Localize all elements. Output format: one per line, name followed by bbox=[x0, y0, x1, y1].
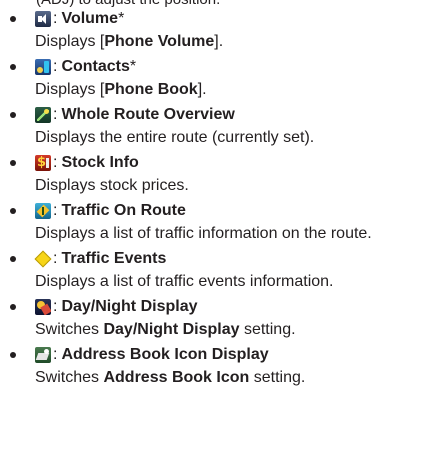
item-title: Traffic On Route bbox=[61, 202, 186, 219]
item-description: Switches Address Book Icon setting. bbox=[35, 367, 416, 391]
desc-bold-text: Address Book Icon bbox=[103, 369, 250, 386]
item-heading: : Whole Route Overview bbox=[35, 103, 416, 127]
separator: : bbox=[53, 298, 58, 315]
desc-text: Displays stock prices. bbox=[35, 177, 189, 194]
footnote-marker: * bbox=[129, 58, 137, 75]
list-item-stock-info: : Stock Info Displays stock prices. bbox=[0, 151, 424, 199]
item-description: Displays [Phone Book]. bbox=[35, 79, 416, 103]
desc-bold-text: Phone Volume bbox=[104, 33, 215, 50]
item-heading: : Stock Info bbox=[35, 151, 416, 175]
separator: : bbox=[53, 10, 58, 27]
desc-text: Displays [ bbox=[35, 33, 105, 50]
desc-text: Switches bbox=[35, 369, 104, 386]
contacts-icon bbox=[35, 59, 51, 75]
item-title: Day/Night Display bbox=[61, 298, 198, 315]
bullet-icon bbox=[10, 112, 16, 118]
address-book-icon-display-icon bbox=[35, 347, 51, 363]
item-title: Contacts bbox=[61, 58, 130, 75]
item-heading: : Day/Night Display bbox=[35, 295, 416, 319]
desc-text: setting. bbox=[249, 369, 306, 386]
item-description: Displays the entire route (currently set… bbox=[35, 127, 416, 151]
item-description: Displays a list of traffic information o… bbox=[35, 223, 416, 247]
stock-info-icon bbox=[35, 155, 51, 171]
item-description: Displays stock prices. bbox=[35, 175, 416, 199]
desc-text: Displays a list of traffic information o… bbox=[35, 225, 372, 242]
desc-text: Switches bbox=[35, 321, 104, 338]
desc-text: Displays the entire route (currently set… bbox=[35, 129, 315, 146]
item-heading: : Contacts * bbox=[35, 55, 416, 79]
footnote-marker: * bbox=[118, 10, 125, 27]
volume-icon bbox=[35, 11, 51, 27]
separator: : bbox=[53, 346, 58, 363]
list-item-address-book-icon-display: : Address Book Icon Display Switches Add… bbox=[0, 343, 424, 391]
separator: : bbox=[53, 58, 58, 75]
whole-route-overview-icon bbox=[35, 107, 51, 123]
item-heading: : Address Book Icon Display bbox=[35, 343, 416, 367]
separator: : bbox=[53, 154, 58, 171]
item-title: Address Book Icon Display bbox=[61, 346, 269, 363]
separator: : bbox=[53, 202, 58, 219]
desc-text: Displays a list of traffic events inform… bbox=[35, 273, 334, 290]
separator: : bbox=[53, 250, 58, 267]
bullet-icon bbox=[10, 64, 16, 70]
list-item-day-night-display: : Day/Night Display Switches Day/Night D… bbox=[0, 295, 424, 343]
list-item-whole-route-overview: : Whole Route Overview Displays the enti… bbox=[0, 103, 424, 151]
list-item-traffic-on-route: : Traffic On Route Displays a list of tr… bbox=[0, 199, 424, 247]
bullet-icon bbox=[10, 208, 16, 214]
traffic-on-route-icon bbox=[35, 203, 51, 219]
item-title: Volume bbox=[61, 10, 119, 27]
item-title: Traffic Events bbox=[61, 250, 167, 267]
desc-text: Displays [ bbox=[35, 81, 105, 98]
item-heading: : Traffic On Route bbox=[35, 199, 416, 223]
day-night-display-icon bbox=[35, 299, 51, 315]
list-item-traffic-events: : Traffic Events Displays a list of traf… bbox=[0, 247, 424, 295]
desc-bold-text: Phone Book bbox=[104, 81, 198, 98]
desc-text: setting. bbox=[239, 321, 296, 338]
item-title: Whole Route Overview bbox=[61, 106, 235, 123]
item-description: Displays a list of traffic events inform… bbox=[35, 271, 416, 295]
list-item-volume: : Volume * Displays [Phone Volume]. bbox=[0, 7, 424, 55]
item-title: Stock Info bbox=[61, 154, 139, 171]
item-description: Displays [Phone Volume]. bbox=[35, 31, 416, 55]
desc-text: ]. bbox=[214, 33, 224, 50]
desc-text: ]. bbox=[197, 81, 207, 98]
item-description: Switches Day/Night Display setting. bbox=[35, 319, 416, 343]
bullet-icon bbox=[10, 160, 16, 166]
item-heading: : Traffic Events bbox=[35, 247, 416, 271]
list-item-contacts: : Contacts * Displays [Phone Book]. bbox=[0, 55, 424, 103]
separator: : bbox=[53, 106, 58, 123]
bullet-icon bbox=[10, 16, 16, 22]
bullet-icon bbox=[10, 352, 16, 358]
feature-list: : Volume * Displays [Phone Volume]. : Co… bbox=[0, 7, 424, 391]
item-heading: : Volume * bbox=[35, 7, 416, 31]
desc-bold-text: Day/Night Display bbox=[103, 321, 240, 338]
bullet-icon bbox=[10, 256, 16, 262]
traffic-events-icon bbox=[35, 251, 51, 267]
bullet-icon bbox=[10, 304, 16, 310]
